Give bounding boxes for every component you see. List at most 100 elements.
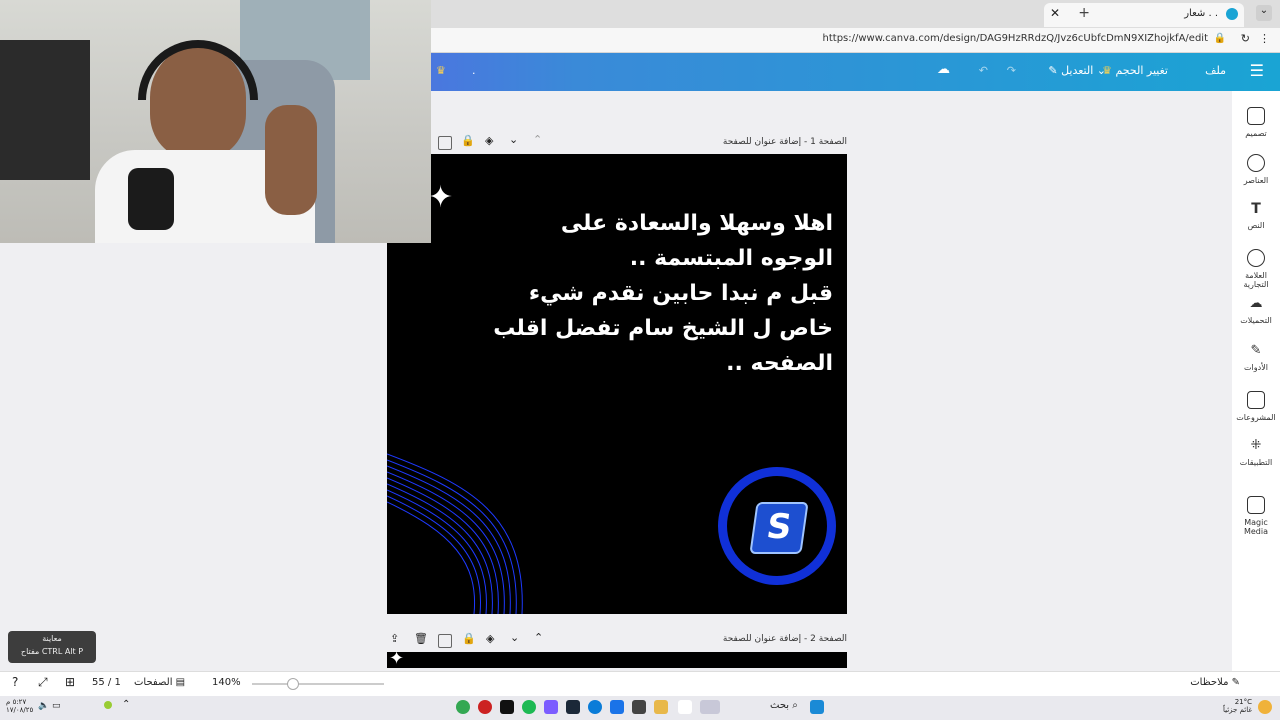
logo-ring[interactable]: S xyxy=(718,467,836,585)
terminal-icon[interactable] xyxy=(500,700,514,714)
rail-item-text[interactable]: T النص xyxy=(1232,201,1280,230)
design-page-1[interactable]: اهلا وسهلا والسعادة على الوجوه المبتسمة … xyxy=(387,154,847,614)
more-options-icon[interactable]: ⋮ xyxy=(1259,32,1270,45)
weather-temp: 21°C xyxy=(1234,698,1252,706)
resize-button[interactable]: ♛ تغيير الحجم xyxy=(1102,64,1168,77)
rail-item-tools[interactable]: ✎ الأدوات xyxy=(1232,343,1280,372)
windows-start-icon[interactable] xyxy=(810,700,824,714)
brand-icon xyxy=(1247,249,1265,267)
zoom-slider[interactable] xyxy=(252,678,384,690)
logo-s-mark: S xyxy=(749,502,809,554)
rail-item-projects[interactable]: المشروعات xyxy=(1232,391,1280,422)
rail-item-apps[interactable]: ⁜ التطبيقات xyxy=(1232,438,1280,467)
close-tab-icon[interactable]: ✕ xyxy=(1050,6,1060,20)
calculator-icon[interactable] xyxy=(632,700,646,714)
pen-icon: ✎ xyxy=(1250,343,1262,358)
zoom-value[interactable]: 140% xyxy=(212,677,241,688)
chrome-icon[interactable] xyxy=(456,700,470,714)
taskbar-search[interactable]: بحث ⌕ xyxy=(770,700,798,711)
lock-icon[interactable]: 🔒 xyxy=(461,134,475,147)
text-icon: T xyxy=(1251,201,1261,217)
share-page-icon[interactable]: ⇪ xyxy=(390,632,399,645)
design-icon xyxy=(1247,107,1265,125)
canva-favicon-icon xyxy=(1226,8,1238,20)
new-tab-icon[interactable]: + xyxy=(1078,5,1090,21)
crown-icon[interactable]: ♛ xyxy=(436,64,446,77)
pencil-icon: ✎ xyxy=(1048,64,1058,77)
zoom-slider-thumb[interactable] xyxy=(286,678,299,690)
tab-title: شعار . . xyxy=(1184,8,1218,19)
hamburger-menu-icon[interactable]: ☰ xyxy=(1250,61,1264,80)
clock-date: ١٧/٠٨/٢٥ xyxy=(6,706,34,714)
sparkle-icon: ✦ xyxy=(389,648,405,669)
volume-icon[interactable]: 🔈 xyxy=(38,701,49,711)
pages-button[interactable]: الصفحات ▤ xyxy=(134,677,185,688)
rail-label: التطبيقات xyxy=(1239,458,1273,467)
lock-icon[interactable]: 🔒 xyxy=(462,632,476,645)
chevron-up-icon[interactable]: ⌃ xyxy=(534,631,543,644)
greeting-text[interactable]: اهلا وسهلا والسعادة على الوجوه المبتسمة … xyxy=(413,206,833,381)
rail-item-uploads[interactable]: ☁ التحميلات xyxy=(1232,296,1280,325)
cloud-saved-icon[interactable]: ☁ xyxy=(937,62,950,77)
monitor-shape xyxy=(0,40,90,180)
fullscreen-icon[interactable]: ⤢ xyxy=(38,675,48,690)
page-title[interactable]: الصفحة 1 - إضافة عنوان للصفحة xyxy=(700,137,847,147)
chevron-down-icon[interactable]: ⌄ xyxy=(509,133,518,146)
blue-wave-lines-graphic[interactable] xyxy=(387,444,527,614)
duplicate-page-icon[interactable] xyxy=(438,634,452,648)
outlook-icon[interactable] xyxy=(610,700,624,714)
notepad-icon[interactable] xyxy=(678,700,692,714)
preview-tooltip: معاينة مفتاح CTRL Alt P xyxy=(8,631,96,663)
edit-mode-button[interactable]: ✎ التعديل ⌄ xyxy=(1048,64,1106,77)
steam-icon[interactable] xyxy=(566,700,580,714)
chevron-down-icon[interactable]: ⌄ xyxy=(1256,5,1272,21)
app-icon[interactable] xyxy=(544,700,558,714)
help-icon[interactable]: ? xyxy=(12,675,18,689)
chevron-up-icon[interactable]: ⌃ xyxy=(533,133,542,146)
rail-label: التحميلات xyxy=(1240,316,1272,325)
file-menu-button[interactable]: ملف xyxy=(1205,64,1226,77)
design-page-2[interactable]: ✦ xyxy=(387,648,847,669)
hide-page-icon[interactable]: ◈ xyxy=(485,134,493,147)
trash-icon[interactable]: 🗑 xyxy=(414,632,428,645)
rail-label: المشروعات xyxy=(1236,413,1276,422)
notes-button[interactable]: ملاحظات ✎ xyxy=(1190,677,1240,688)
pages-label: الصفحات xyxy=(134,677,173,688)
rail-label: الأدوات xyxy=(1244,363,1268,372)
duplicate-page-icon[interactable] xyxy=(438,136,452,150)
record-icon[interactable] xyxy=(478,700,492,714)
clock-time: ٥:٢٧ م xyxy=(6,698,27,706)
file-explorer-icon[interactable] xyxy=(654,700,668,714)
clock[interactable]: ٥:٢٧ م ١٧/٠٨/٢٥ xyxy=(6,698,33,714)
rail-item-elements[interactable]: العناصر xyxy=(1232,154,1280,185)
hide-page-icon[interactable]: ◈ xyxy=(486,632,494,645)
chevron-up-icon[interactable]: ⌃ xyxy=(122,699,130,710)
weather-widget[interactable]: 21°C غائم جزئياً xyxy=(1212,698,1252,714)
rail-label: النص xyxy=(1247,221,1265,230)
chevron-down-icon[interactable]: ⌄ xyxy=(510,631,519,644)
edit-label: التعديل xyxy=(1061,64,1094,77)
page-counter: 55 / 1 xyxy=(92,677,121,688)
apps-icon: ⁜ xyxy=(1250,438,1262,453)
url-text[interactable]: https://www.canva.com/design/DAG9HzRRdzQ… xyxy=(823,33,1208,44)
person-hand-shape xyxy=(265,105,317,215)
redo-icon[interactable]: ↷ xyxy=(1007,64,1016,77)
page-title[interactable]: الصفحة 2 - إضافة عنوان للصفحة xyxy=(700,634,847,644)
tooltip-shortcut: مفتاح CTRL Alt P xyxy=(20,647,84,656)
network-icon[interactable]: ▭ xyxy=(52,701,61,711)
taskview-icon[interactable] xyxy=(700,700,720,714)
cloud-upload-icon: ☁ xyxy=(1249,296,1263,311)
grid-view-icon[interactable]: ⊞ xyxy=(65,675,75,689)
rail-item-magic-media[interactable]: Magic Media xyxy=(1232,496,1280,536)
browser-tab[interactable]: شعار . . ✕ xyxy=(1044,3,1244,27)
page-toolbar: ⇪ 🗑 🔒 ◈ ⌄ ⌃ xyxy=(390,631,550,648)
rail-item-brand[interactable]: العلامة التجارية xyxy=(1232,249,1280,289)
webcam-overlay xyxy=(0,0,431,243)
text-line: خاص ل الشيخ سام تفضل اقلب xyxy=(493,316,833,341)
spotify-icon[interactable] xyxy=(522,700,536,714)
tray-app-icon[interactable] xyxy=(104,701,112,709)
undo-icon[interactable]: ↶ xyxy=(979,64,988,77)
edge-icon[interactable] xyxy=(588,700,602,714)
reload-icon[interactable]: ↻ xyxy=(1241,32,1250,45)
rail-item-design[interactable]: تصميم xyxy=(1232,107,1280,138)
